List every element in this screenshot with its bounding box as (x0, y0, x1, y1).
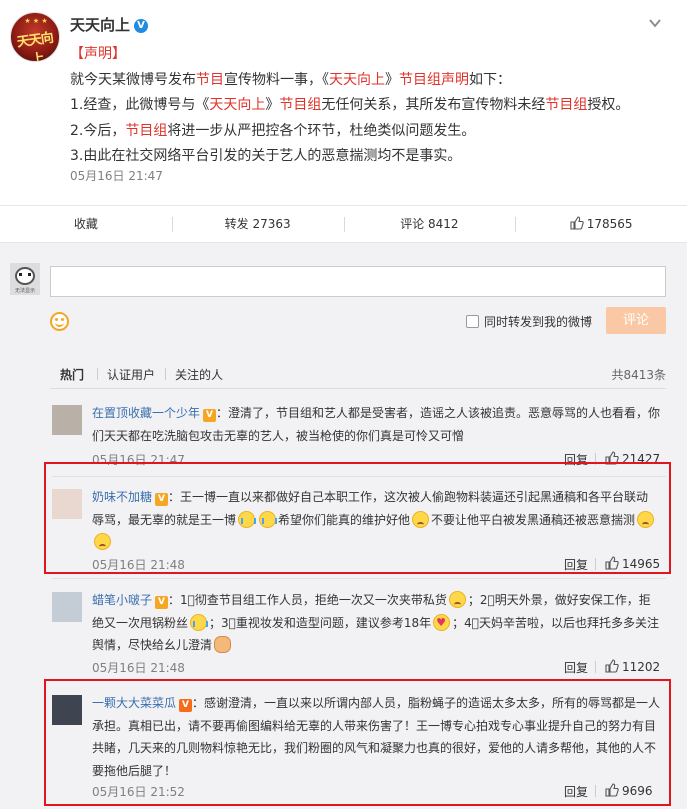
comment-button[interactable]: 评论 8412 (343, 206, 516, 242)
post-line: 【声明】 (70, 42, 660, 68)
repost-checkbox[interactable] (466, 315, 479, 328)
text-segment: 宣传物料一事，《 (224, 71, 329, 88)
text-segment: 3.由此在社交网络平台引发的关于艺人的恶意揣测均不是事实。 (70, 148, 462, 164)
verified-icon: V (134, 19, 149, 33)
repost-button[interactable]: 转发 27363 (171, 206, 344, 242)
tab-following[interactable]: 关注的人 (175, 366, 223, 383)
emoji-fist-icon (214, 636, 232, 653)
commenter-name[interactable]: 在置顶收藏一个少年 (92, 406, 200, 420)
like-button[interactable]: 178565 (515, 206, 687, 242)
comment-line: 舆情，尽快给幺儿澄清 (92, 634, 662, 657)
highlight-text[interactable]: 节目组声明 (399, 72, 469, 88)
post-action-bar: 收藏 转发 27363 评论 8412 178565 (0, 205, 687, 243)
comment-text: 蜡笔小啵子 V ：1⃣彻查节目组工作人员，拒绝一次又一次夹带私货 ；2⃣明天外景，做好… (92, 589, 662, 657)
comment-like-button[interactable]: 11202 (605, 659, 660, 674)
highlight-text[interactable]: 节目组 (279, 97, 321, 113)
reply-button[interactable]: 回复 (564, 659, 588, 676)
weibo-post: ★ ★ ★ 天天向上 天天向上 V 【声明】 就今天某微博号发布节目宣传物料一事，《… (0, 0, 687, 205)
text-segment: 无任何关系，其所发布宣传物料未经 (321, 97, 546, 113)
highlight-text[interactable]: 节目 (196, 72, 224, 88)
post-line: 就今天某微博号发布节目宣传物料一事，《天天向上》节目组声明如下： (70, 68, 660, 94)
post-line: 1.经查，此微博号与《天天向上》节目组无任何关系，其所发布宣传物料未经节目组授权… (70, 93, 660, 119)
text-segment: 将进一步从严把控各个环节，杜绝类似问题发生。 (167, 122, 476, 139)
comment-line: 蜡笔小啵子 V ：1⃣彻查节目组工作人员，拒绝一次又一次夹带私货 ；2⃣明天外景，做好… (92, 589, 662, 612)
text-segment: ：1⃣彻查节目组工作人员，拒绝一次又一次夹带私货 (168, 593, 447, 607)
text-segment: 就今天某微博号发布 (70, 71, 196, 88)
highlight-text[interactable]: 节目组 (545, 97, 587, 113)
highlight-text[interactable]: 【 (70, 46, 84, 62)
my-avatar[interactable]: 无法显示 (10, 263, 40, 295)
comment-tabs: 热门 认证用户 关注的人 共8413条 (50, 345, 666, 389)
commenter-avatar[interactable] (52, 405, 82, 435)
smiley-icon[interactable] (50, 312, 69, 331)
text-segment: 1.经查，此微博号与《 (70, 97, 210, 113)
text-segment: 绝又一次甩锅粉丝 (92, 615, 189, 630)
comment-line: 们天天都在吃洗脑包攻击无辜的艺人，被当枪使的你们真是可怜又可憎 (92, 425, 662, 448)
text-segment: 》 (385, 71, 399, 88)
verified-badge-icon: V (203, 409, 217, 422)
emoji-cry-icon (190, 613, 209, 631)
tab-hot[interactable]: 热门 (60, 366, 84, 383)
text-segment: 们天天都在吃洗脑包攻击无辜的艺人，被当枪使的你们真是可怜又可憎 (92, 428, 465, 443)
emoji-heart-icon (433, 613, 451, 631)
text-segment: 授权。 (587, 97, 630, 113)
tab-verified-users[interactable]: 认证用户 (107, 366, 155, 383)
thumb-up-icon (605, 659, 619, 673)
highlight-text[interactable]: 】 (112, 46, 126, 62)
comment-line: 绝又一次甩锅粉丝 ；3⃣重视妆发和造型问题，建议参考18年 ；4⃣天妈辛苦啦，以后也… (92, 612, 662, 635)
avatar-logo-text: 天天向上 (16, 30, 54, 62)
like-count: 178565 (586, 217, 633, 231)
favorite-button[interactable]: 收藏 (0, 206, 172, 242)
thumb-up-icon (570, 216, 584, 230)
comment-line: 在置顶收藏一个少年 V ：澄清了，节目组和艺人都是受害者，造谣之人该被追责。恶意辱骂… (92, 402, 662, 425)
verified-badge-icon: V (155, 596, 169, 609)
post-text: 【声明】 就今天某微博号发布节目宣传物料一事，《天天向上》节目组声明如下： 1.经查… (70, 42, 660, 170)
comment-total: 共8413条 (611, 368, 666, 382)
highlight-text[interactable]: 天天向上 (209, 97, 265, 113)
post-line: 3.由此在社交网络平台引发的关于艺人的恶意揣测均不是事实。 (70, 144, 660, 170)
my-avatar-caption: 无法显示 (14, 288, 35, 294)
highlight-box (44, 462, 671, 574)
repost-label[interactable]: 同时转发到我的微博 (484, 313, 592, 330)
author-avatar[interactable]: ★ ★ ★ 天天向上 (10, 12, 60, 62)
emoji-sad-icon (448, 591, 466, 608)
commenter-avatar[interactable] (52, 592, 82, 622)
commenter-name[interactable]: 蜡笔小啵子 (92, 593, 152, 607)
comment-text: 在置顶收藏一个少年 V ：澄清了，节目组和艺人都是受害者，造谣之人该被追责。恶意辱骂… (92, 402, 662, 447)
author-name[interactable]: 天天向上 V (70, 14, 149, 35)
submit-comment-button[interactable]: 评论 (606, 307, 666, 334)
text-segment: ；2⃣明天外景，做好安保工作，拒 (467, 593, 651, 607)
text-segment: ；3⃣重视妆发和造型问题，建议参考18年 (209, 615, 432, 630)
text-segment: ：澄清了，节目组和艺人都是受害者，造谣之人该被追责。恶意辱骂的人也看看，你 (216, 406, 661, 420)
post-time[interactable]: 05月16日 21:47 (70, 167, 163, 184)
highlight-text[interactable]: 天天向上 (329, 72, 385, 88)
highlight-text[interactable]: 声明 (84, 46, 112, 62)
comment-input[interactable] (50, 266, 666, 297)
highlight-box (44, 679, 671, 806)
post-line: 2.今后，节目组将进一步从严把控各个环节，杜绝类似问题发生。 (70, 119, 660, 145)
text-segment: ；4⃣天妈辛苦啦，以后也拜托多多关注 (452, 615, 659, 630)
comment-time: 05月16日 21:48 (92, 661, 185, 675)
text-segment: 舆情，尽快给幺儿澄清 (92, 638, 213, 652)
highlight-text[interactable]: 节目组 (125, 123, 167, 139)
divider (52, 578, 666, 579)
text-segment: 2.今后， (70, 122, 126, 139)
chevron-down-icon[interactable] (648, 16, 662, 30)
text-segment: 如下： (469, 71, 511, 88)
text-segment: 》 (265, 97, 280, 113)
